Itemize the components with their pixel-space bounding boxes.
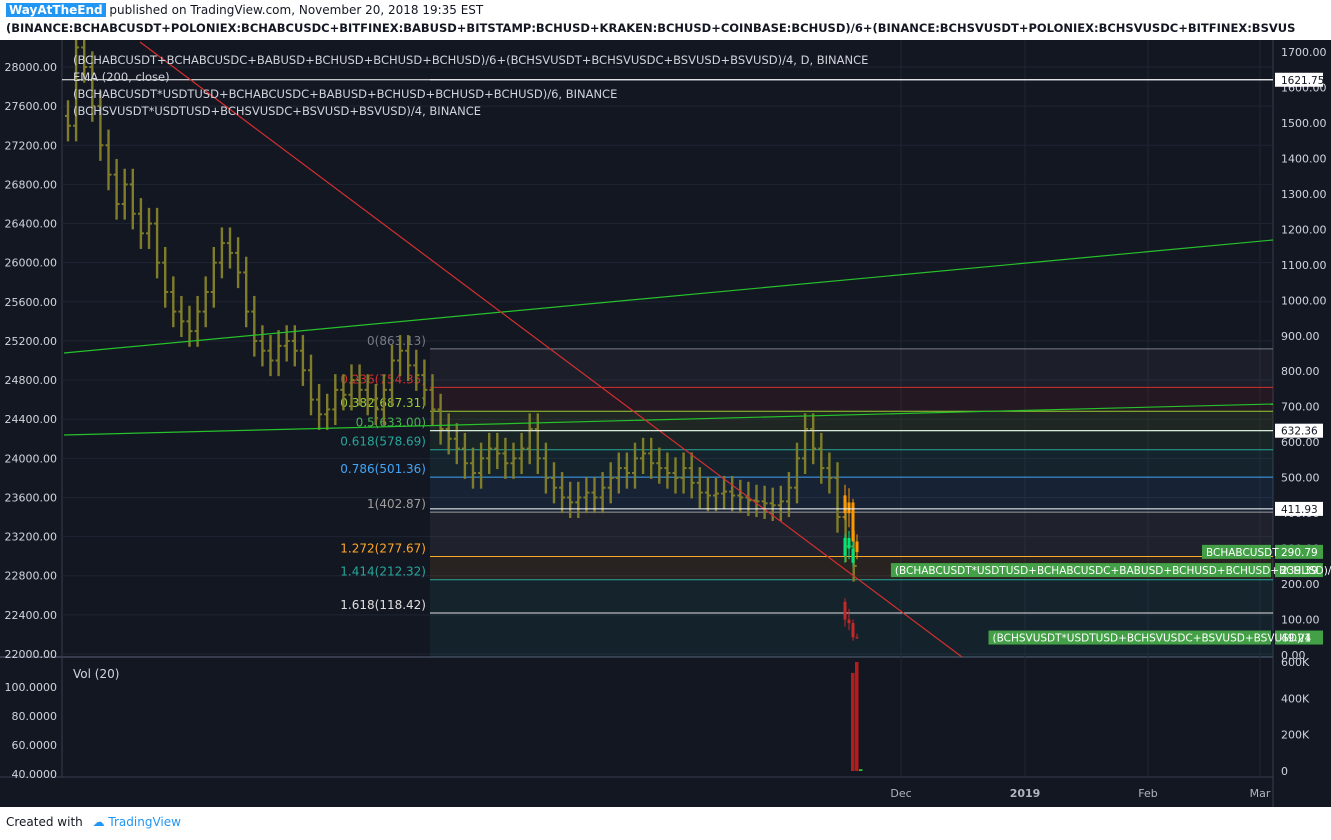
bsv-candle-body: [847, 619, 851, 624]
fib-zone: [430, 430, 1273, 450]
volume-right-tick: 200K: [1281, 729, 1310, 742]
tradingview-brand[interactable]: TradingView: [108, 815, 181, 829]
green-candle-body: [847, 537, 851, 549]
left-tick-label: 26800.00: [5, 178, 58, 191]
price-tag-value: 290.79: [1281, 547, 1318, 559]
x-tick-label: Mar: [1250, 787, 1271, 800]
right-tick-label: 1500.00: [1281, 117, 1327, 130]
right-tick-label: 700.00: [1281, 401, 1320, 414]
right-tick-label: 1400.00: [1281, 152, 1327, 165]
fib-zone: [430, 449, 1273, 478]
abc-candle-body: [851, 502, 855, 542]
price-tag-value: 411.93: [1281, 504, 1318, 516]
left-tick-label: 24000.00: [5, 452, 58, 465]
price-chart[interactable]: Dec 2019 Feb Mar 28000.00 27600.00 27200.00 268…: [0, 40, 1331, 807]
right-tick-label: 900.00: [1281, 330, 1320, 343]
left-tick-label: 24800.00: [5, 374, 58, 387]
right-tick-label: 1300.00: [1281, 188, 1327, 201]
volume-left-tick: 40.0000: [12, 768, 58, 781]
created-with-text: Created with: [6, 815, 83, 829]
left-tick-label: 28000.00: [5, 61, 58, 74]
bsv-candle-body: [843, 601, 847, 620]
right-tick-label: 1200.00: [1281, 223, 1327, 236]
bsv-candle-body: [851, 623, 855, 638]
right-tick-label: 1700.00: [1281, 46, 1327, 59]
left-tick-label: 23600.00: [5, 491, 58, 504]
right-tick-label: 1000.00: [1281, 294, 1327, 307]
tradingview-logo[interactable]: ☁ TradingView: [93, 815, 181, 829]
x-tick-label: Feb: [1138, 787, 1157, 800]
right-tick-label: 1100.00: [1281, 259, 1327, 272]
right-tick-label: 200.00: [1281, 578, 1320, 591]
series-name-label: BCHABCUSDT: [1206, 547, 1279, 559]
volume-left-tick: 60.0000: [12, 739, 58, 752]
left-tick-label: 23200.00: [5, 531, 58, 544]
abc-candle-body: [847, 502, 851, 514]
left-tick-label: 26000.00: [5, 257, 58, 270]
right-tick-label: 600.00: [1281, 436, 1320, 449]
left-tick-label: 25600.00: [5, 296, 58, 309]
fib-level-label: 0(863.13): [367, 334, 426, 348]
fib-level-label: 0.618(578.69): [340, 435, 426, 449]
publish-header: WayAtTheEnd published on TradingView.com…: [6, 3, 483, 17]
footer: Created with ☁ TradingView: [6, 815, 181, 829]
fib-level-label: 0.786(501.36): [340, 462, 426, 476]
volume-bar: [859, 769, 863, 771]
left-tick-label: 22800.00: [5, 570, 58, 583]
symbol-title: (BINANCE:BCHABCUSDT+POLONIEX:BCHABCUSDC+…: [6, 21, 1296, 35]
green-candle-body: [851, 548, 855, 563]
x-tick-label: 2019: [1010, 787, 1041, 800]
left-tick-label: 22400.00: [5, 609, 58, 622]
price-tag-value: 1621.75: [1281, 75, 1324, 87]
green-candle-body: [843, 537, 847, 556]
legend-abc-series[interactable]: (BCHABCUSDT*USDTUSD+BCHABCUSDC+BABUSD+BC…: [73, 87, 617, 101]
fib-zone: [430, 579, 1273, 613]
price-tag-value: 632.36: [1281, 426, 1318, 438]
fib-zone: [430, 348, 1273, 388]
publish-info: published on TradingView.com, November 2…: [109, 3, 484, 17]
volume-bar: [851, 672, 855, 771]
left-tick-label: 25200.00: [5, 335, 58, 348]
fib-level-label: 1.618(118.42): [340, 598, 426, 612]
left-tick-label: 27600.00: [5, 100, 58, 113]
series-name-label: (BCHSVUSDT*USDTUSD+BCHSVUSDC+BSVUSD+BSVU…: [993, 633, 1312, 645]
volume-left-tick: 80.0000: [12, 710, 58, 723]
volume-bar: [855, 662, 859, 771]
right-tick-label: 800.00: [1281, 365, 1320, 378]
volume-right-tick: 0: [1281, 765, 1288, 778]
volume-legend[interactable]: Vol (20): [73, 667, 119, 681]
author-link[interactable]: WayAtTheEnd: [6, 3, 106, 17]
fib-level-label: 1.414(212.32): [340, 565, 426, 579]
legend-ema[interactable]: EMA (200, close): [73, 70, 170, 84]
abc-candle-body: [843, 495, 847, 514]
fib-level-label: 1.272(277.67): [340, 542, 426, 556]
left-tick-label: 27200.00: [5, 139, 58, 152]
left-tick-label: 22000.00: [5, 648, 58, 661]
volume-right-tick: 400K: [1281, 692, 1310, 705]
left-tick-label: 26400.00: [5, 218, 58, 231]
left-tick-label: 24400.00: [5, 413, 58, 426]
bsv-candle-body: [855, 637, 859, 639]
right-tick-label: 500.00: [1281, 472, 1320, 485]
abc-candle-body: [855, 541, 859, 553]
volume-right-tick: 600K: [1281, 656, 1310, 669]
volume-left-tick: 100.0000: [5, 681, 58, 694]
fib-zone: [430, 411, 1273, 431]
series-name-label: (BCHABCUSDT*USDTUSD+BCHABCUSDC+BABUSD+BC…: [895, 565, 1331, 577]
fib-level-label: 1(402.87): [367, 497, 426, 511]
legend-bsv-series[interactable]: (BCHSVUSDT*USDTUSD+BCHSVUSDC+BSVUSD+BSVU…: [73, 104, 481, 118]
right-tick-label: 100.00: [1281, 614, 1320, 627]
x-tick-label: Dec: [890, 787, 911, 800]
legend-main-series[interactable]: (BCHABCUSDT+BCHABCUSDC+BABUSD+BCHUSD+BCH…: [73, 53, 868, 67]
